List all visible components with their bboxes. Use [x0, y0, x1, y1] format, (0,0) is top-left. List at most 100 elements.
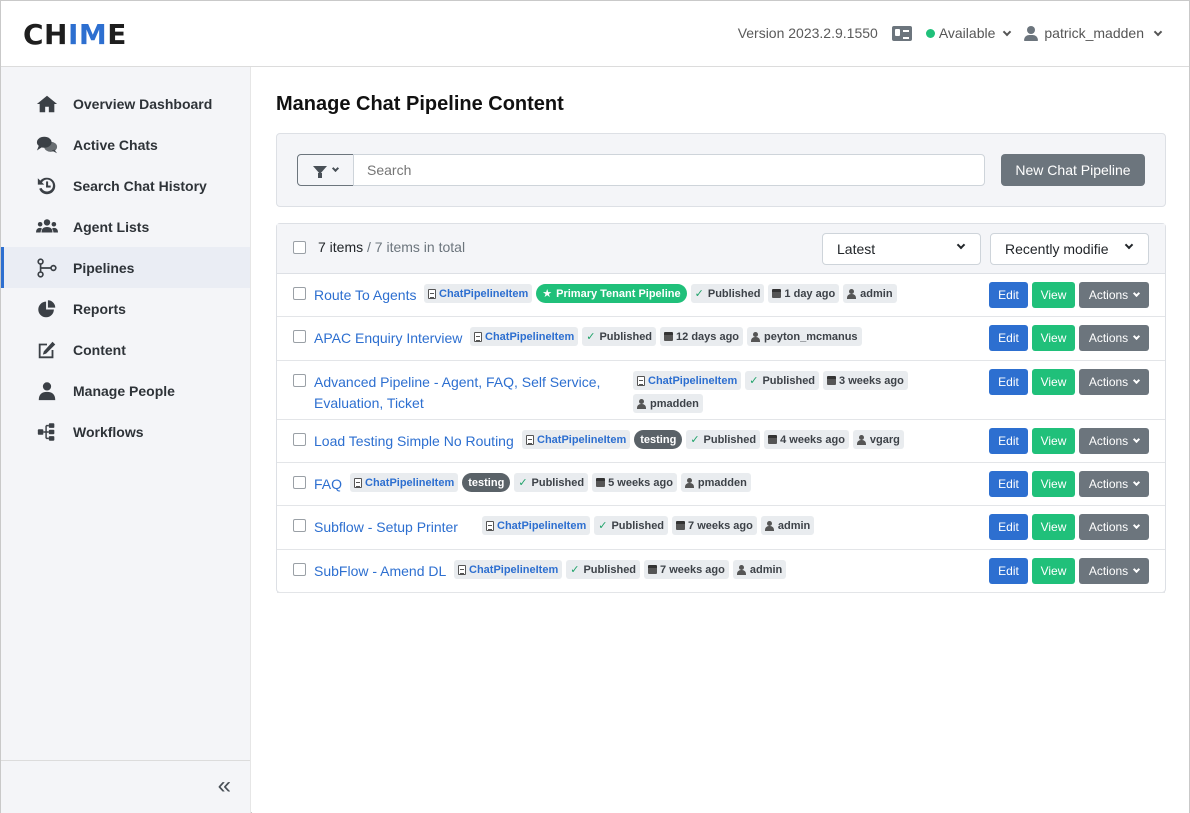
edit-button[interactable]: Edit	[989, 558, 1028, 584]
user-menu[interactable]: patrick_madden	[1024, 25, 1163, 41]
filter-button[interactable]	[297, 154, 354, 186]
pipeline-title-link[interactable]: Subflow - Setup Printer	[314, 517, 458, 538]
view-button[interactable]: View	[1032, 514, 1075, 540]
sidebar-footer: «	[1, 760, 250, 813]
status-tag-text: Published	[583, 563, 637, 576]
chevron-down-icon	[1133, 565, 1141, 574]
view-button[interactable]: View	[1032, 558, 1075, 584]
age-tag: 5 weeks ago	[592, 473, 677, 492]
row-checkbox[interactable]	[293, 519, 306, 532]
type-tag: ChatPipelineItem	[470, 327, 579, 346]
testing-tag: testing	[634, 430, 683, 449]
pipeline-title-link[interactable]: SubFlow - Amend DL	[314, 561, 446, 582]
sidebar-item-label: Agent Lists	[73, 218, 150, 235]
id-card-icon[interactable]	[891, 25, 912, 41]
logo-text-post: E	[107, 18, 127, 51]
edit-button[interactable]: Edit	[989, 282, 1028, 308]
row-tags: ChatPipelineItem ✓ Published 12 days ago pey…	[470, 327, 862, 346]
collapse-sidebar-icon[interactable]: «	[218, 774, 231, 798]
chevron-down-icon	[1133, 521, 1141, 530]
check-icon: ✓	[694, 288, 704, 300]
chat-bubbles-icon	[35, 135, 59, 155]
view-button[interactable]: View	[1032, 471, 1075, 497]
check-icon: ✓	[690, 434, 700, 446]
document-icon	[428, 288, 436, 299]
star-icon: ★	[542, 288, 553, 300]
user-icon	[764, 520, 774, 531]
row-tags: ChatPipelineItem ✓ Published 3 weeks ago pma…	[633, 371, 933, 413]
pipeline-title-link[interactable]: FAQ	[314, 474, 342, 495]
type-tag-text: ChatPipelineItem	[439, 287, 529, 300]
sidebar-item-overview-dashboard[interactable]: Overview Dashboard	[1, 83, 250, 124]
new-chat-pipeline-button[interactable]: New Chat Pipeline	[1001, 154, 1145, 186]
pipeline-title-link[interactable]: APAC Enquiry Interview	[314, 328, 462, 349]
order-select-value: Recently modifie	[1005, 241, 1109, 257]
type-tag: ChatPipelineItem	[424, 284, 533, 303]
row-checkbox[interactable]	[293, 287, 306, 300]
user-icon	[35, 381, 59, 401]
row-buttons: Edit View Actions	[989, 558, 1149, 584]
actions-button[interactable]: Actions	[1079, 325, 1149, 351]
author-tag-text: admin	[860, 287, 893, 300]
row-checkbox[interactable]	[293, 330, 306, 343]
table-row: FAQ ChatPipelineItem testing ✓ Published 5 we…	[277, 463, 1165, 506]
search-input[interactable]	[353, 154, 985, 186]
status-tag: ✓ Published	[582, 327, 657, 346]
edit-button[interactable]: Edit	[989, 369, 1028, 395]
sidebar-item-pipelines[interactable]: Pipelines	[1, 247, 250, 288]
age-tag-text: 7 weeks ago	[688, 519, 753, 532]
author-tag: admin	[732, 560, 787, 579]
view-button[interactable]: View	[1032, 325, 1075, 351]
row-checkbox[interactable]	[293, 563, 306, 576]
view-button[interactable]: View	[1032, 369, 1075, 395]
actions-button[interactable]: Actions	[1079, 558, 1149, 584]
edit-button[interactable]: Edit	[989, 325, 1028, 351]
pipeline-title-link[interactable]: Advanced Pipeline - Agent, FAQ, Self Ser…	[314, 372, 614, 414]
pipeline-icon	[35, 257, 59, 278]
author-tag-text: peyton_mcmanus	[764, 330, 858, 343]
sidebar-item-label: Overview Dashboard	[73, 95, 213, 112]
row-tags: ChatPipelineItem ✓ Published 7 weeks ago adm…	[454, 560, 787, 579]
age-tag-text: 5 weeks ago	[608, 476, 673, 489]
row-checkbox[interactable]	[293, 433, 306, 446]
sidebar-item-active-chats[interactable]: Active Chats	[1, 124, 250, 165]
edit-button[interactable]: Edit	[989, 514, 1028, 540]
row-buttons: Edit View Actions	[989, 282, 1149, 308]
sidebar-item-reports[interactable]: Reports	[1, 288, 250, 329]
item-count-text: 7 items	[318, 239, 364, 255]
sidebar-item-agent-lists[interactable]: Agent Lists	[1, 206, 250, 247]
row-checkbox[interactable]	[293, 374, 306, 387]
sidebar: Overview Dashboard Active Chats Search C…	[1, 67, 251, 813]
edit-button[interactable]: Edit	[989, 428, 1028, 454]
sidebar-item-search-chat-history[interactable]: Search Chat History	[1, 165, 250, 206]
check-icon: ✓	[749, 375, 759, 387]
view-button[interactable]: View	[1032, 282, 1075, 308]
chevron-down-icon	[1124, 240, 1134, 250]
order-select[interactable]: Recently modifie	[990, 233, 1149, 265]
sort-select[interactable]: Latest	[822, 233, 981, 265]
actions-button[interactable]: Actions	[1079, 471, 1149, 497]
calendar-icon	[768, 435, 778, 444]
select-all-checkbox[interactable]	[293, 241, 306, 254]
calendar-icon	[676, 521, 686, 530]
user-icon	[736, 564, 746, 575]
actions-button[interactable]: Actions	[1079, 369, 1149, 395]
sidebar-item-manage-people[interactable]: Manage People	[1, 370, 250, 411]
primary-tag-text: Primary Tenant Pipeline	[556, 287, 681, 300]
pipeline-title-link[interactable]: Route To Agents	[314, 285, 416, 306]
pipeline-title-link[interactable]: Load Testing Simple No Routing	[314, 431, 514, 452]
calendar-icon	[827, 376, 837, 385]
edit-button[interactable]: Edit	[989, 471, 1028, 497]
row-buttons: Edit View Actions	[989, 325, 1149, 351]
table-row: Load Testing Simple No Routing ChatPipeli…	[277, 420, 1165, 463]
chime-logo[interactable]: CHIME	[23, 20, 127, 50]
actions-button[interactable]: Actions	[1079, 514, 1149, 540]
availability-dropdown[interactable]: Available	[925, 25, 1012, 41]
actions-button[interactable]: Actions	[1079, 282, 1149, 308]
version-label: Version 2023.2.9.1550	[737, 25, 878, 41]
sidebar-item-workflows[interactable]: Workflows	[1, 411, 250, 452]
actions-button[interactable]: Actions	[1079, 428, 1149, 454]
row-checkbox[interactable]	[293, 476, 306, 489]
view-button[interactable]: View	[1032, 428, 1075, 454]
sidebar-item-content[interactable]: Content	[1, 329, 250, 370]
